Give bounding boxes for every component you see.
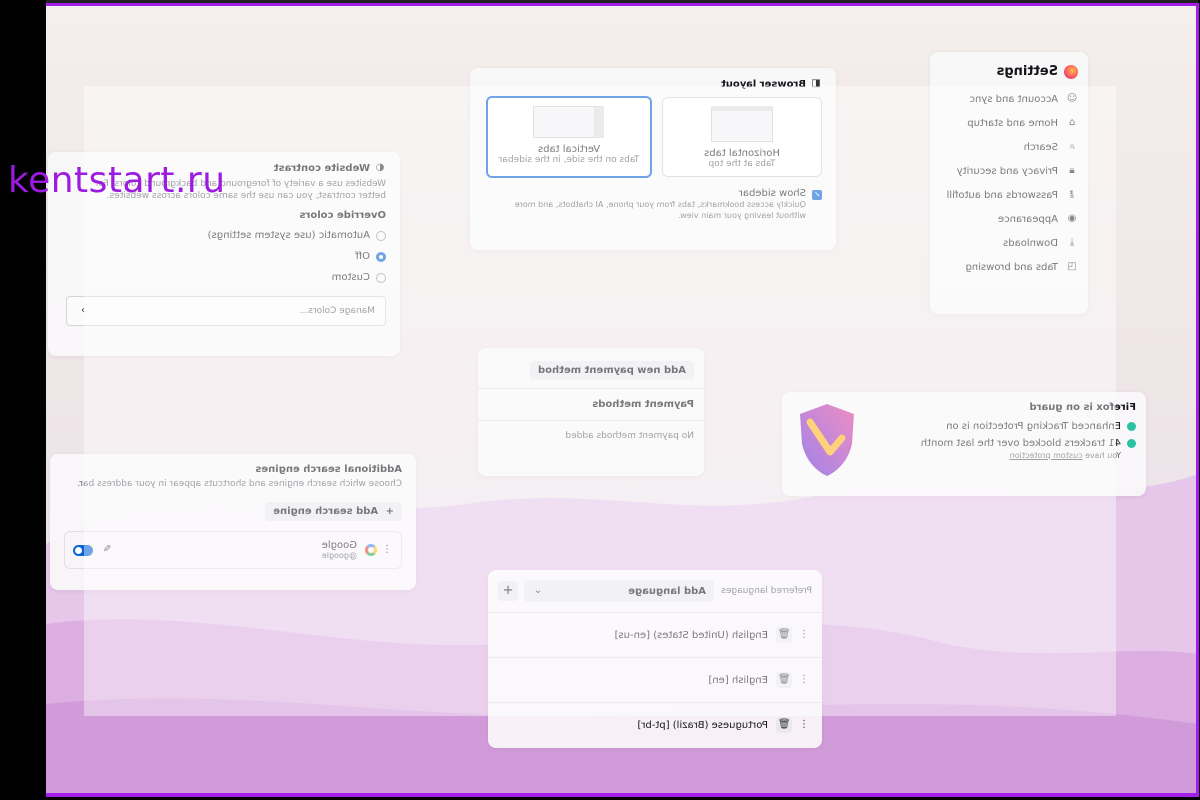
firefox-logo-icon <box>1064 64 1078 79</box>
watermark-text: kentstart.ru <box>8 160 226 201</box>
check-circle-icon <box>1127 439 1136 448</box>
check-circle-icon <box>1127 422 1136 431</box>
trash-icon[interactable]: 🗑︎ <box>776 717 792 733</box>
stage: Settings ☺ Account and sync ⌂ Home and star… <box>46 4 1198 796</box>
drag-handle-icon[interactable]: ⋮ <box>798 719 810 731</box>
language-label: Portuguese (Brazil) [pt-br] <box>637 719 768 731</box>
settings-header: Settings <box>930 52 1088 87</box>
overlay-veil <box>84 86 1116 716</box>
settings-title: Settings <box>996 64 1058 79</box>
